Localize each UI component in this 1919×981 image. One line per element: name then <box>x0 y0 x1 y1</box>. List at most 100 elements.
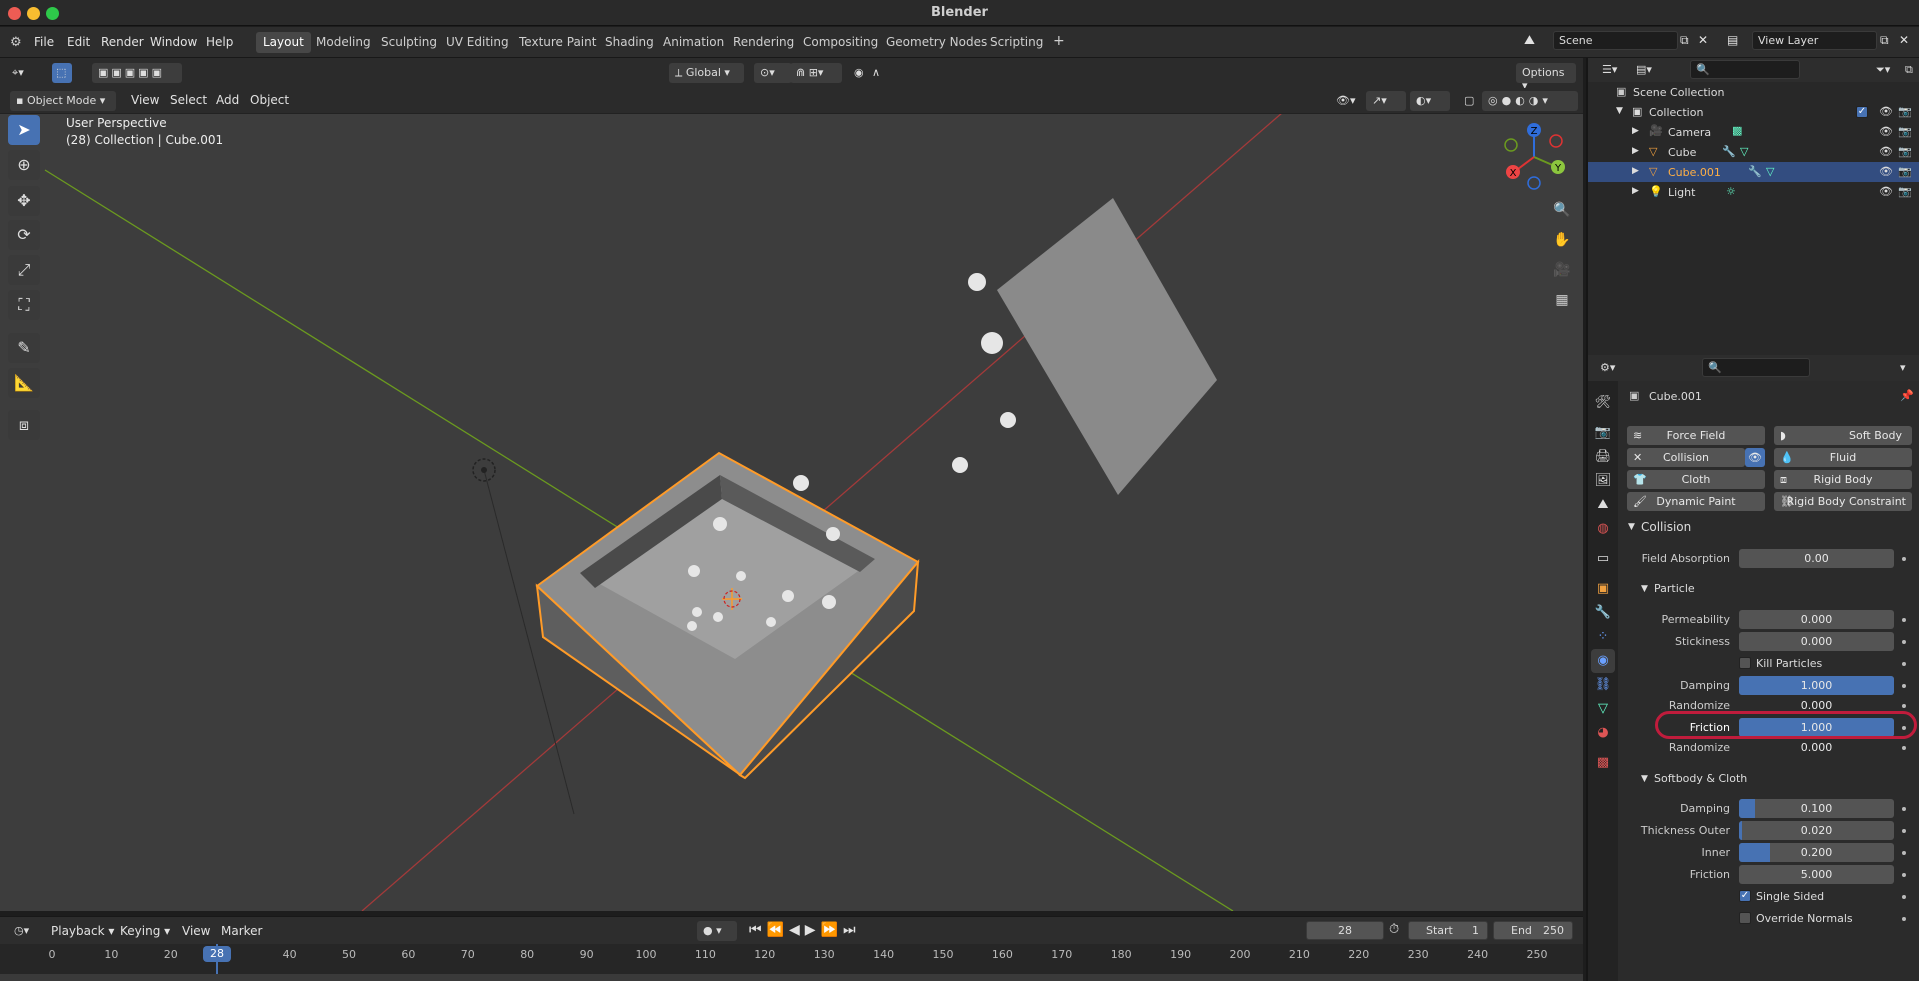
tab-scripting[interactable]: Scripting <box>983 32 1050 53</box>
physics-tab-icon[interactable]: ◉ <box>1591 649 1615 673</box>
damping-field[interactable]: 1.000 <box>1739 676 1894 695</box>
visibility-icon[interactable]: 👁▾ <box>1330 91 1362 111</box>
field-absorption-field[interactable]: 0.00 <box>1739 549 1894 568</box>
particle-panel-title[interactable]: Particle <box>1654 582 1695 595</box>
sb-damping-field[interactable]: 0.100 <box>1739 799 1894 818</box>
outliner-editor-type-icon[interactable]: ☰▾ <box>1596 60 1623 80</box>
expand-arrow-icon[interactable]: ▶ <box>1632 146 1639 156</box>
cursor-tool-icon[interactable]: ⊕ <box>8 150 40 180</box>
keyframe-dot[interactable] <box>1902 829 1906 833</box>
collection-eye-icon[interactable]: 👁 <box>1879 105 1893 118</box>
keyframe-dot[interactable] <box>1902 618 1906 622</box>
menu-view[interactable]: View <box>131 93 159 107</box>
tab-compositing[interactable]: Compositing <box>796 32 885 53</box>
options-dropdown[interactable]: Options ▾ <box>1516 63 1576 92</box>
xray-icon[interactable]: ▢ <box>1458 91 1478 111</box>
keyframe-dot[interactable] <box>1902 873 1906 877</box>
thickness-outer-field[interactable]: 0.020 <box>1739 821 1894 840</box>
softbody-panel-title[interactable]: Softbody & Cloth <box>1654 772 1747 785</box>
pin-icon[interactable]: 📌 <box>1900 389 1914 402</box>
inner-field[interactable]: 0.200 <box>1739 843 1894 862</box>
snap-icon[interactable]: ⋒ ⊞▾ <box>790 63 842 83</box>
display-mode-icon[interactable]: ▤▾ <box>1630 60 1658 80</box>
remove-scene-icon[interactable]: ✕ <box>1698 33 1708 47</box>
tab-sculpting[interactable]: Sculpting <box>374 32 444 53</box>
keyframe-dot[interactable] <box>1902 704 1906 708</box>
single-sided-checkbox[interactable]: ✓ <box>1739 890 1751 902</box>
soft-body-button[interactable]: ◗ Soft Body <box>1774 426 1912 445</box>
camera-render-icon[interactable]: 📷 <box>1898 125 1912 138</box>
softbody-panel-arrow-icon[interactable]: ▼ <box>1641 774 1648 784</box>
menu-timeline-view[interactable]: View <box>182 924 210 938</box>
friction-randomize-field[interactable]: 0.000 <box>1739 738 1894 757</box>
rigid-body-button[interactable]: ⧈ Rigid Body <box>1774 470 1912 489</box>
dynamic-paint-button[interactable]: 🖌 Dynamic Paint <box>1627 492 1765 511</box>
collision-panel-arrow-icon[interactable]: ▼ <box>1628 522 1635 532</box>
cloth-button[interactable]: 👕 Cloth <box>1627 470 1765 489</box>
outliner-item-cube-001[interactable]: ▶ ▽ Cube.001 🔧 ▽ 👁 📷 <box>1588 162 1919 182</box>
zoom-icon[interactable]: 🔍 <box>1550 198 1574 222</box>
outliner-item-camera[interactable]: ▶ 🎥 Camera ▩ 👁 📷 <box>1588 122 1919 142</box>
keyframe-dot[interactable] <box>1902 895 1906 899</box>
keyframe-dot[interactable] <box>1902 851 1906 855</box>
start-frame-field[interactable]: Start 1 <box>1408 921 1488 940</box>
texture-tab-icon[interactable]: ▩ <box>1591 751 1615 775</box>
new-view-layer-icon[interactable]: ⧉ <box>1880 33 1889 48</box>
tab-shading[interactable]: Shading <box>598 32 661 53</box>
menu-select[interactable]: Select <box>170 93 207 107</box>
overlay-toggle-icon[interactable]: ◐▾ <box>1410 91 1450 111</box>
annotate-tool-icon[interactable]: ✎ <box>8 333 40 363</box>
timeline-scrollbar[interactable] <box>0 974 1583 981</box>
menu-edit[interactable]: Edit <box>67 35 90 49</box>
outliner-item-cube[interactable]: ▶ ▽ Cube 🔧 ▽ 👁 📷 <box>1588 142 1919 162</box>
keyframe-dot[interactable] <box>1902 746 1906 750</box>
particle-panel-arrow-icon[interactable]: ▼ <box>1641 584 1648 594</box>
stickiness-field[interactable]: 0.000 <box>1739 632 1894 651</box>
output-tab-icon[interactable]: 🖨 <box>1591 445 1615 469</box>
transform-tool-icon[interactable]: ⛶ <box>8 290 40 320</box>
force-field-button[interactable]: ≋ Force Field <box>1627 426 1765 445</box>
keyframe-dot[interactable] <box>1902 557 1906 561</box>
select-box-icon[interactable]: ⬚ <box>52 63 72 83</box>
stopwatch-icon[interactable]: ⏱ <box>1389 922 1399 937</box>
expand-arrow-icon[interactable]: ▶ <box>1632 166 1639 176</box>
collection-camera-icon[interactable]: 📷 <box>1898 105 1912 118</box>
menu-add[interactable]: Add <box>216 93 239 107</box>
collision-panel-title[interactable]: Collision <box>1641 520 1691 534</box>
playback-controls-icons[interactable]: ⏮⏪◀▶⏩⏭ <box>749 922 861 938</box>
tab-layout[interactable]: Layout <box>256 32 311 53</box>
transform-orientation-dropdown[interactable]: ⟂ Global ▾ <box>669 63 744 83</box>
menu-file[interactable]: File <box>34 35 54 49</box>
object-tab-icon[interactable]: ▣ <box>1591 577 1615 601</box>
tab-uv-editing[interactable]: UV Editing <box>439 32 516 53</box>
outliner-scene-collection[interactable]: ▣ Scene Collection <box>1588 82 1919 102</box>
sb-friction-field[interactable]: 5.000 <box>1739 865 1894 884</box>
mode-dropdown[interactable]: ▪ Object Mode ▾ <box>10 91 116 111</box>
pan-hand-icon[interactable]: ✋ <box>1550 228 1574 252</box>
outliner-item-light[interactable]: ▶ 💡 Light ☼ 👁 📷 <box>1588 182 1919 202</box>
scene-tab-icon[interactable]: ⛰ <box>1591 493 1615 517</box>
tool-tab-icon[interactable]: 🛠 <box>1591 391 1615 415</box>
timeline-ruler[interactable]: 0 10 20 28 40 50 60 70 80 90 100 110 120 130 140 150 160… <box>0 944 1583 981</box>
editor-type-icon[interactable]: ⌖▾ <box>6 63 30 83</box>
menu-render[interactable]: Render <box>101 35 144 49</box>
rotate-tool-icon[interactable]: ⟳ <box>8 220 40 250</box>
add-cube-tool-icon[interactable]: ⧈ <box>8 410 40 440</box>
menu-help[interactable]: Help <box>206 35 233 49</box>
fluid-button[interactable]: 💧 Fluid <box>1774 448 1912 467</box>
light-render-icon[interactable]: 📷 <box>1898 185 1912 198</box>
menu-keying[interactable]: Keying ▾ <box>120 924 170 938</box>
collision-visibility-icon[interactable]: 👁 <box>1745 448 1765 467</box>
view-layer-icon[interactable]: ▤ <box>1727 33 1738 47</box>
keyframe-dot[interactable] <box>1902 684 1906 688</box>
keyframe-dot[interactable] <box>1902 640 1906 644</box>
properties-search-input[interactable]: 🔍 <box>1702 358 1810 377</box>
tab-modeling[interactable]: Modeling <box>309 32 378 53</box>
tab-geometry-nodes[interactable]: Geometry Nodes <box>879 32 994 53</box>
perspective-grid-icon[interactable]: ▦ <box>1550 288 1574 312</box>
timeline-editor-type-icon[interactable]: ◷▾ <box>8 921 35 941</box>
camera-view-icon[interactable]: 🎥 <box>1550 258 1574 282</box>
menu-window[interactable]: Window <box>150 35 197 49</box>
outliner-collection[interactable]: ▼ ▣ Collection ✓ 👁 📷 <box>1588 102 1919 122</box>
cube-render-icon[interactable]: 📷 <box>1898 145 1912 158</box>
